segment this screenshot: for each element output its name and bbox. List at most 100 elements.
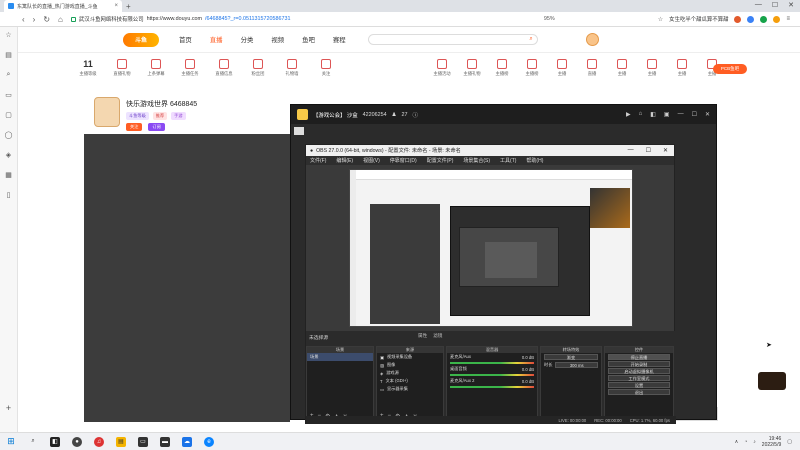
stat-item[interactable]: 主播 [672, 59, 692, 77]
zoom-level[interactable]: 95% [544, 16, 555, 22]
chat-icon[interactable]: ◯ [5, 131, 13, 139]
transition-select[interactable]: 渐变 [544, 354, 598, 360]
nav-live[interactable]: 直播 [210, 35, 223, 44]
netease-app-icon[interactable]: ♫ [94, 436, 104, 447]
stat-item[interactable]: 礼物墙 [282, 59, 302, 77]
stat-item[interactable]: 主播榜 [492, 59, 512, 77]
close-icon[interactable]: ✕ [705, 111, 710, 118]
gamepad-icon[interactable]: ◧ [650, 111, 656, 118]
minimize-icon[interactable]: — [628, 147, 634, 154]
volume-icon[interactable]: ♪ [753, 439, 756, 445]
gift-icon[interactable]: ▣ [664, 111, 670, 118]
game-logo[interactable] [758, 372, 786, 390]
windows-start-icon[interactable]: ⊞ [6, 436, 16, 447]
nav-category[interactable]: 分类 [241, 35, 254, 44]
user-avatar[interactable] [585, 33, 599, 46]
clock[interactable]: 19:46 2022/5/9 [762, 436, 781, 448]
properties-button[interactable]: 属性 [418, 333, 427, 339]
stat-item[interactable]: 主播 [612, 59, 632, 77]
nav-schedule[interactable]: 赛程 [333, 35, 346, 44]
tag[interactable]: 推荐 [152, 112, 168, 120]
menu-file[interactable]: 文件(F) [310, 157, 326, 164]
stat-item[interactable]: 主播 [642, 59, 662, 77]
minimize-icon[interactable]: — [678, 111, 684, 118]
volume-meter[interactable] [450, 386, 534, 388]
search-hint[interactable]: 女生吃半个甜瓜算不算甜 [669, 15, 728, 23]
stat-item[interactable]: 主播礼物 [462, 59, 482, 77]
game-icon[interactable]: ◈ [5, 151, 13, 159]
stat-item[interactable]: 上条弹幕 [146, 59, 166, 77]
source-item[interactable]: ▣ 视频采集设备 [377, 353, 443, 361]
nav-video[interactable]: 视频 [271, 35, 284, 44]
virtual-camera-button[interactable]: 启动虚拟摄像机 [608, 368, 670, 374]
close-icon[interactable]: ✕ [663, 147, 668, 154]
stat-item[interactable]: 直播信息 [214, 59, 234, 77]
source-item[interactable]: T 文本 (GDI+) [377, 377, 443, 385]
browser-app-icon[interactable]: e [204, 436, 214, 447]
stop-streaming-button[interactable]: 停止直播 [608, 354, 670, 360]
download-icon[interactable]: ▭ [5, 91, 13, 99]
network-icon[interactable]: ◔ [744, 439, 747, 445]
duration-input[interactable]: 300 ms [555, 362, 598, 368]
studio-mode-button[interactable]: 工作室模式 [608, 375, 670, 381]
browser-tab[interactable]: 东篱队长的直播_热门游戏直播_斗鱼 × [4, 0, 122, 12]
menu-icon[interactable]: ≡ [786, 16, 790, 22]
tag[interactable]: 手游 [171, 112, 186, 120]
stat-item[interactable]: 主播活动 [432, 59, 452, 77]
tag[interactable]: 斗鱼等级 [126, 112, 149, 120]
exit-button[interactable]: 退出 [608, 389, 670, 395]
restore-icon[interactable]: ☐ [692, 111, 697, 118]
search-icon[interactable]: ⌕ [28, 437, 38, 447]
douyu-logo[interactable]: 斗鱼 [123, 32, 159, 47]
play-icon[interactable]: ▶ [626, 111, 631, 118]
maximize-icon[interactable]: ☐ [772, 1, 778, 9]
info-icon[interactable]: ⓘ [412, 111, 417, 119]
refresh-icon[interactable]: ↻ [43, 15, 50, 24]
extension-icon[interactable] [734, 15, 742, 23]
volume-meter[interactable] [450, 374, 534, 376]
extension-icon-3[interactable] [760, 15, 768, 23]
thumbnail-icon[interactable] [294, 127, 304, 135]
menu-tools[interactable]: 工具(T) [500, 157, 516, 164]
stat-item[interactable]: 直播 [582, 59, 602, 77]
stat-item[interactable]: 直播礼物 [112, 59, 132, 77]
taskview-icon[interactable]: ◧ [50, 436, 60, 447]
menu-docks[interactable]: 停靠窗口(D) [390, 157, 417, 164]
close-tab-icon[interactable]: × [114, 3, 118, 9]
url-field[interactable]: 武汉斗鱼网络科技有限公司 https://www.douyu.com /6468… [70, 14, 536, 24]
back-icon[interactable]: ‹ [22, 15, 25, 24]
streamer-avatar[interactable] [94, 97, 120, 127]
stat-item[interactable]: 主播榜 [522, 59, 542, 77]
source-item[interactable]: ▭ 显示器采集 [377, 385, 443, 393]
forward-icon[interactable]: › [33, 15, 36, 24]
search-icon[interactable]: ⌕ [5, 71, 13, 79]
stat-item[interactable]: 粉丝团 [248, 59, 268, 77]
obs-app-icon[interactable]: ● [72, 436, 82, 447]
stat-level[interactable]: 11 主播等级 [78, 59, 98, 77]
nav-fishbar[interactable]: 鱼吧 [302, 35, 315, 44]
volume-meter[interactable] [450, 362, 534, 364]
stat-item[interactable]: 关注 [316, 59, 336, 77]
search-icon[interactable]: ⌕ [529, 36, 532, 43]
menu-scene-collection[interactable]: 场景集合(S) [463, 157, 490, 164]
home-icon[interactable] [297, 109, 308, 120]
settings-button[interactable]: 设置 [608, 382, 670, 388]
filters-button[interactable]: 滤镜 [433, 333, 442, 339]
stat-item[interactable]: 主播任务 [180, 59, 200, 77]
obs-preview[interactable] [349, 169, 633, 327]
notes-icon[interactable]: ▢ [5, 111, 13, 119]
add-icon[interactable]: + [5, 403, 13, 413]
douyu-search-input[interactable]: ⌕ [367, 34, 538, 45]
minimize-icon[interactable]: — [755, 1, 762, 9]
calendar-icon[interactable]: ▦ [5, 171, 13, 179]
folder-app-icon[interactable]: ▤ [116, 436, 126, 447]
source-item[interactable]: ◈ 游戏源 [377, 369, 443, 377]
menu-edit[interactable]: 编辑(E) [336, 157, 353, 164]
extension-icon-4[interactable] [773, 15, 781, 23]
home-icon[interactable]: ⌂ [58, 15, 63, 24]
monitor-app-icon[interactable]: ▬ [160, 436, 170, 447]
fishbar-button[interactable]: PCB鱼吧 [713, 64, 747, 74]
subscribe-button[interactable]: 订阅 [148, 123, 165, 131]
stat-item[interactable]: 主播 [552, 59, 572, 77]
history-icon[interactable]: ▤ [5, 51, 13, 59]
